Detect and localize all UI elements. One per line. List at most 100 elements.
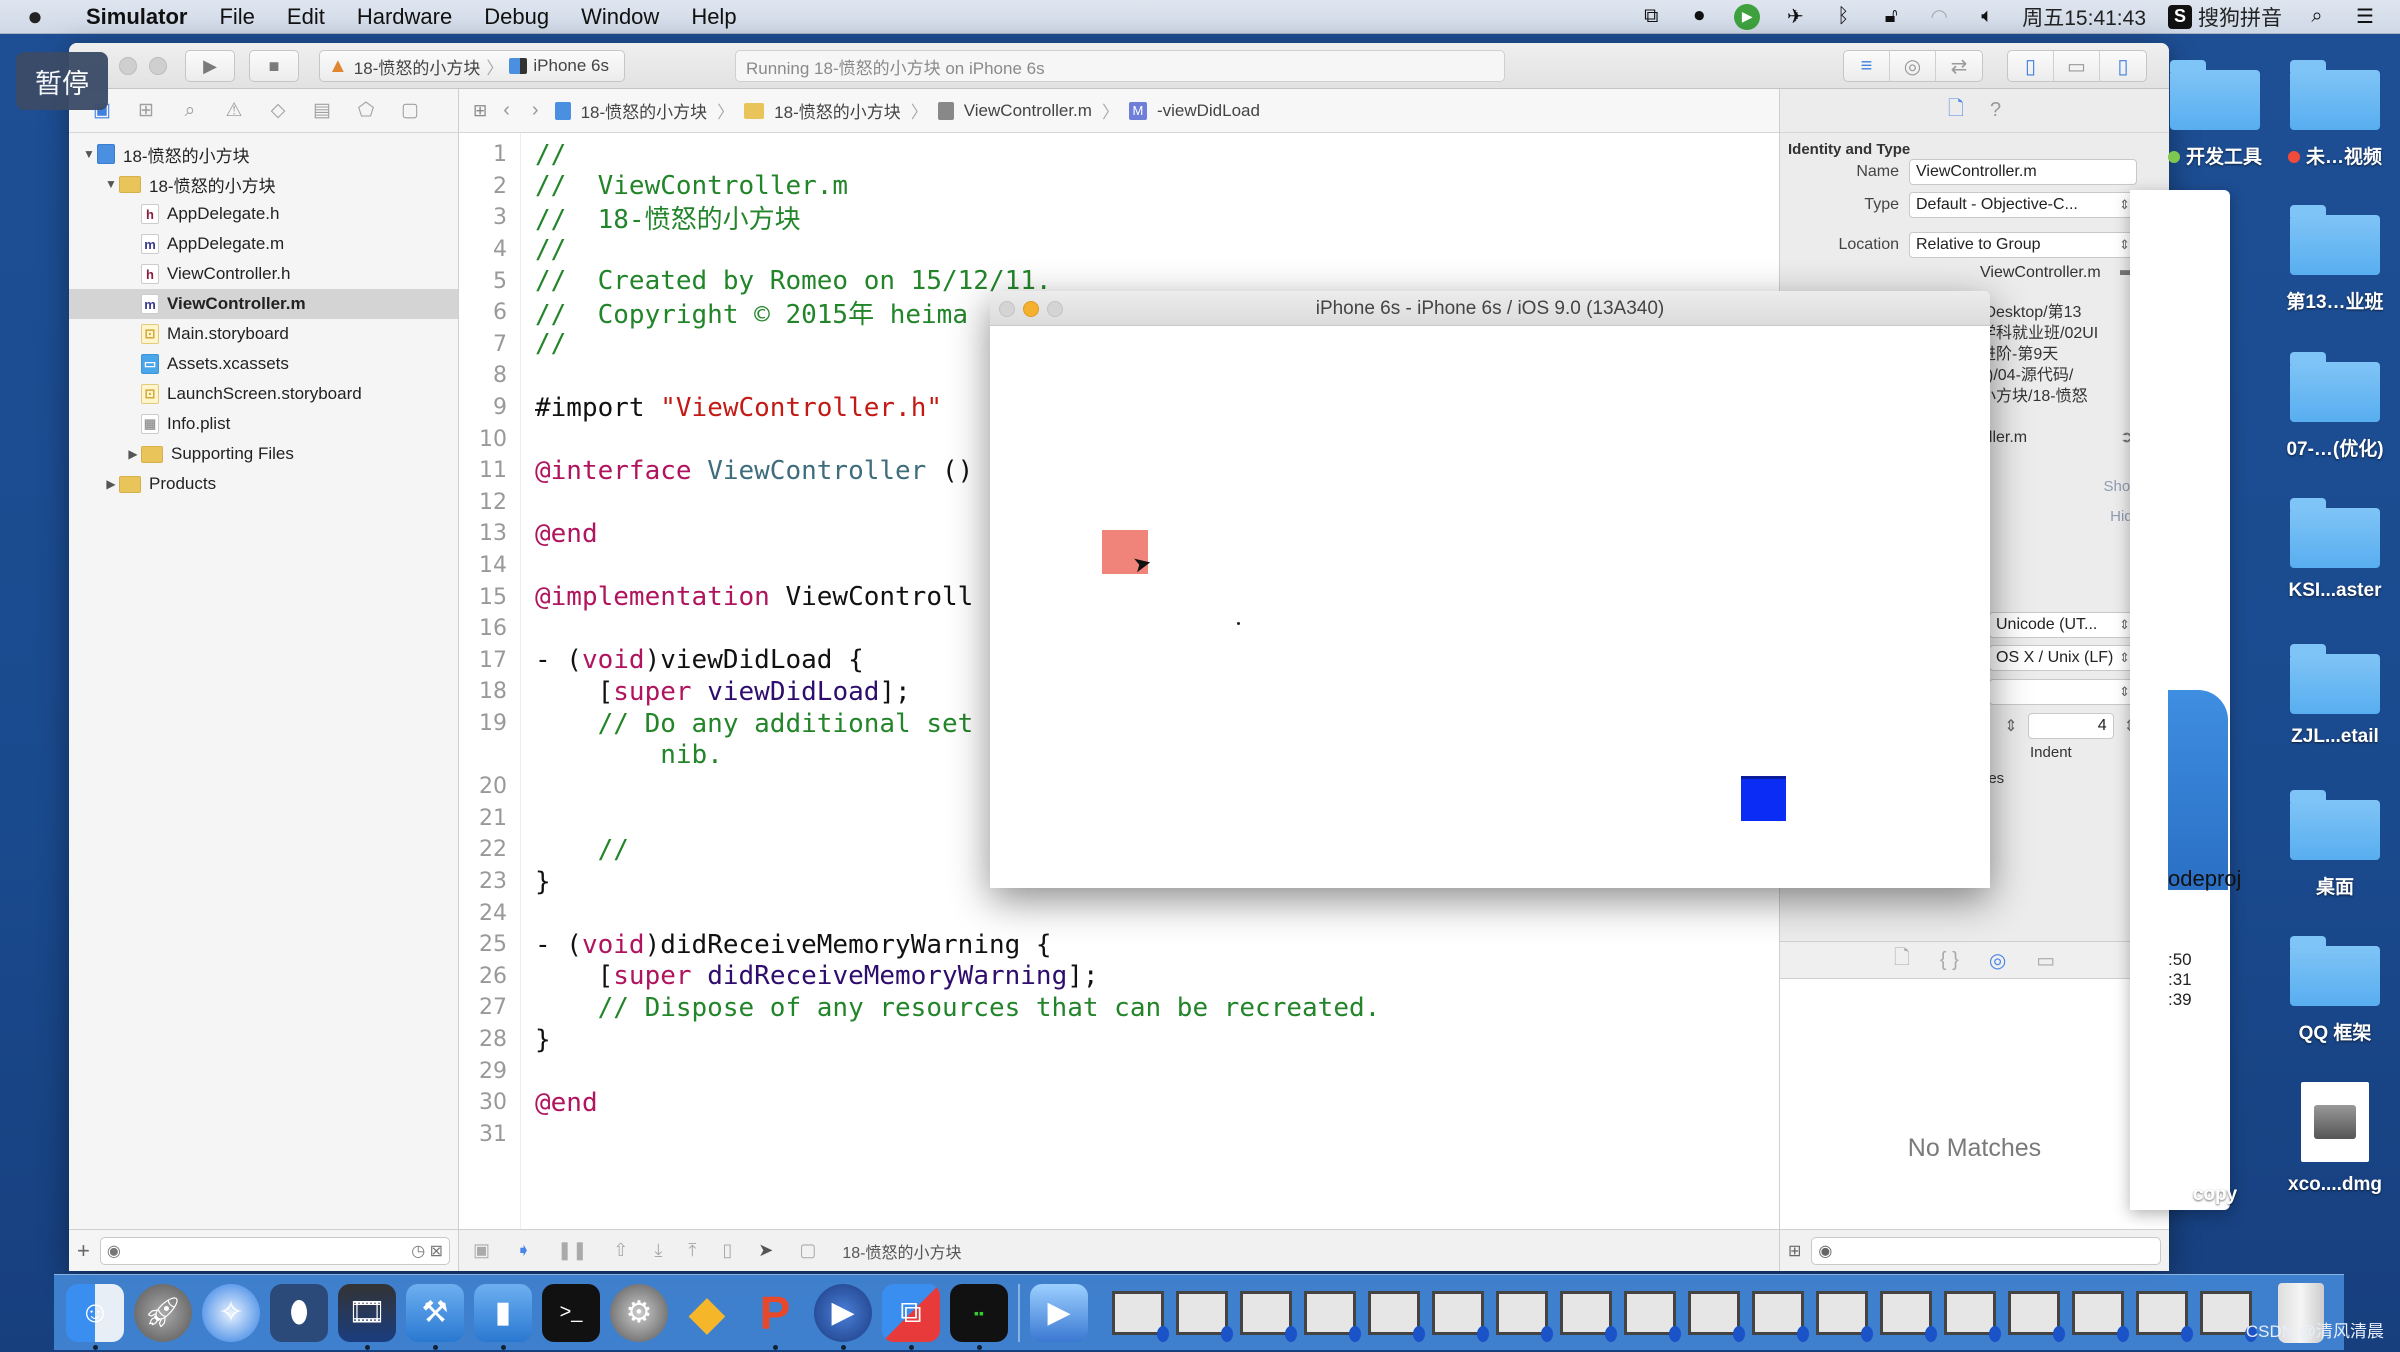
location-select[interactable]: Relative to Group ⇕ [1909, 232, 2137, 258]
media-library-icon[interactable]: ▭ [2036, 948, 2055, 973]
report-navigator-tab-icon[interactable]: ▢ [397, 99, 423, 122]
debug-target-label[interactable]: 18-愤怒的小方块 [842, 1239, 961, 1263]
dock-minimized-window[interactable] [1816, 1290, 1873, 1342]
dock-quicktime[interactable]: ▶ [814, 1283, 872, 1350]
object-library-icon[interactable]: ◎ [1989, 948, 2006, 973]
dock-minimized-window[interactable] [2008, 1290, 2065, 1342]
dock-screen-sharing[interactable]: ⧉ [882, 1283, 940, 1350]
code-line[interactable]: 24 [459, 897, 1779, 929]
line-endings-select[interactable]: OS X / Unix (LF) ⇕ [1989, 645, 2137, 671]
dock-minimized-window[interactable] [1304, 1290, 1361, 1342]
dock-system-preferences[interactable]: ⚙ [610, 1283, 668, 1342]
input-method[interactable]: S 搜狗拼音 [2168, 2, 2282, 32]
scheme-selector[interactable]: ▲ 18-愤怒的小方块 〉 iPhone 6s [319, 50, 625, 82]
menu-hardware[interactable]: Hardware [341, 4, 468, 30]
airplane-icon[interactable]: ✈ [1782, 4, 1808, 30]
library-filter-input[interactable]: ◉ [1811, 1236, 2161, 1265]
desktop-folder[interactable]: KSI...aster [2275, 498, 2395, 602]
issue-navigator-tab-icon[interactable]: ⚠ [221, 99, 247, 122]
dock-minimized-window[interactable] [1560, 1290, 1617, 1342]
location-icon[interactable]: ➤ [758, 1240, 773, 1261]
code-line[interactable]: 26 [super didReceiveMemoryWarning]; [459, 961, 1779, 993]
dock-movie-app[interactable]: 🎞︎ [338, 1283, 396, 1350]
recent-files-icon[interactable]: ◷ ⊠ [411, 1241, 443, 1261]
dock-minimized-window[interactable] [1880, 1290, 1937, 1342]
desktop-dmg-file[interactable]: xco....dmg [2275, 1082, 2395, 1196]
breadcrumb-method[interactable]: -viewDidLoad [1157, 101, 1260, 121]
simulator-screen[interactable]: ➤ [990, 326, 1990, 888]
dock-media-player[interactable]: ▶ [1030, 1283, 1088, 1342]
file-tree-item[interactable]: ▼ 18-愤怒的小方块 [69, 139, 458, 169]
window-minimize-button[interactable] [1023, 301, 1039, 317]
stop-button[interactable]: ■ [249, 50, 299, 82]
code-line[interactable]: 4 // [459, 234, 1779, 266]
code-line[interactable]: 25 - (void)didReceiveMemoryWarning { [459, 929, 1779, 961]
dock-minimized-window[interactable] [1496, 1290, 1553, 1342]
assistant-editor-icon[interactable]: ◎ [1890, 51, 1936, 81]
simulator-titlebar[interactable]: iPhone 6s - iPhone 6s / iOS 9.0 (13A340) [990, 291, 1990, 326]
navigator-filter-input[interactable]: ◉ ◷ ⊠ [99, 1236, 450, 1265]
desktop-folder[interactable]: 桌面 [2275, 790, 2395, 899]
breakpoint-navigator-tab-icon[interactable]: ⬠ [353, 99, 379, 122]
desktop-folder[interactable]: QQ 框架 [2275, 936, 2395, 1045]
pause-badge[interactable]: 暂停 [16, 52, 108, 110]
indent-width-field[interactable]: 4 [2027, 713, 2114, 739]
grid-view-icon[interactable]: ⊞ [1788, 1241, 1801, 1261]
file-tree-item[interactable]: ⊡ Main.storyboard [69, 319, 458, 349]
toggle-navigator-icon[interactable]: ▯ [2008, 51, 2054, 81]
dock-minimized-window[interactable] [1368, 1290, 1425, 1342]
indent-using-select[interactable]: ⇕ [1989, 679, 2137, 705]
menu-edit[interactable]: Edit [271, 4, 341, 30]
code-line[interactable]: 3 // 18-愤怒的小方块 [459, 202, 1779, 235]
step-into-icon[interactable]: ⤓ [654, 1240, 662, 1261]
window-zoom-button[interactable] [1047, 301, 1063, 317]
window-close-button[interactable] [999, 301, 1015, 317]
find-navigator-tab-icon[interactable]: ⌕ [177, 100, 203, 122]
encoding-select[interactable]: Unicode (UT... ⇕ [1989, 612, 2137, 638]
blue-square[interactable] [1741, 776, 1786, 821]
standard-editor-icon[interactable]: ≡ [1844, 51, 1890, 81]
dock-minimized-window[interactable] [2200, 1290, 2257, 1342]
test-navigator-tab-icon[interactable]: ◇ [265, 99, 291, 122]
window-zoom-button[interactable] [149, 57, 167, 75]
related-items-icon[interactable]: ⊞ [473, 101, 487, 121]
disclosure-expanded-icon[interactable]: ▼ [81, 147, 97, 161]
notification-center-icon[interactable]: ☰ [2352, 4, 2378, 30]
run-button[interactable]: ▶ [185, 50, 235, 82]
tab-width-stepper[interactable]: ⇕ [2004, 716, 2017, 736]
file-template-library-icon[interactable]: 🗋︎ [1894, 943, 1910, 977]
code-line[interactable]: 28} [459, 1024, 1779, 1056]
disclosure-collapsed-icon[interactable]: ▶ [103, 477, 119, 491]
code-line[interactable]: 29 [459, 1055, 1779, 1087]
file-inspector-tab-icon[interactable]: 🗋︎ [1948, 94, 1964, 128]
dock-minimized-window[interactable] [1688, 1290, 1745, 1342]
dock-simulator[interactable]: ▮ [474, 1283, 532, 1350]
bluetooth-icon[interactable]: ᛒ [1830, 4, 1856, 30]
debug-navigator-tab-icon[interactable]: ▤ [309, 99, 335, 122]
dock-xcode[interactable]: ⚒ [406, 1283, 464, 1350]
lock-icon[interactable]: 🔓︎ [1878, 4, 1904, 30]
file-tree-item[interactable]: m AppDelegate.m [69, 229, 458, 259]
menu-window[interactable]: Window [565, 4, 675, 30]
dock-minimized-window[interactable] [1944, 1290, 2001, 1342]
dock-minimized-window[interactable] [1112, 1290, 1169, 1342]
forward-arrow-icon[interactable]: › [526, 99, 545, 122]
back-arrow-icon[interactable]: ‹ [497, 99, 516, 122]
menu-app-simulator[interactable]: Simulator [70, 4, 203, 30]
window-minimize-button[interactable] [119, 57, 137, 75]
desktop-copy-label[interactable]: copy [2155, 1184, 2275, 1206]
toggle-utilities-icon[interactable]: ▯ [2100, 51, 2146, 81]
disclosure-collapsed-icon[interactable]: ▶ [125, 447, 141, 461]
file-tree-item[interactable]: ▼ 18-愤怒的小方块 [69, 169, 458, 199]
add-file-icon[interactable]: + [77, 1238, 90, 1264]
code-snippet-library-icon[interactable]: { } [1940, 949, 1959, 972]
dock-p-app[interactable]: P [746, 1284, 804, 1350]
breadcrumb-project[interactable]: 18-愤怒的小方块 [581, 98, 708, 123]
dock-sketch[interactable]: ◆ [678, 1284, 736, 1342]
dock-minimized-window[interactable] [1240, 1290, 1297, 1342]
file-tree-item[interactable]: h ViewController.h [69, 259, 458, 289]
desktop-folder[interactable]: 第13…业班 [2275, 205, 2395, 314]
menu-file[interactable]: File [203, 4, 270, 30]
file-tree-item[interactable]: m ViewController.m [69, 289, 458, 319]
type-select[interactable]: Default - Objective-C... ⇕ [1909, 192, 2137, 218]
